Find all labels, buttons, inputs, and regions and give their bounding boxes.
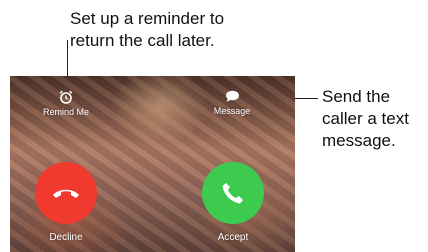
accept-button[interactable]: Accept — [193, 162, 273, 243]
accept-circle[interactable] — [202, 162, 264, 224]
incoming-call-screen: Remind Me Message Decline Accept — [10, 76, 295, 252]
reminder-callout-line-1: Set up a reminder to — [70, 9, 225, 28]
message-callout-line-2: caller a text — [322, 109, 409, 128]
message-callout-line-1: Send the — [322, 87, 391, 106]
decline-label: Decline — [49, 232, 83, 243]
remind-me-label: Remind Me — [42, 107, 89, 117]
message-label: Message — [213, 106, 251, 116]
phone-hangup-icon — [53, 189, 79, 198]
reminder-callout: Set up a reminder to return the call lat… — [70, 8, 310, 52]
message-callout: Send the caller a text message. — [322, 86, 426, 152]
accept-label: Accept — [217, 232, 249, 243]
alarm-clock-icon — [59, 90, 73, 104]
speech-bubble-icon — [225, 90, 239, 102]
phone-icon — [222, 183, 243, 204]
decline-circle[interactable] — [35, 162, 97, 224]
message-callout-line-3: message. — [322, 131, 396, 150]
remind-me-option[interactable]: Remind Me — [26, 90, 106, 117]
decline-button[interactable]: Decline — [26, 162, 106, 243]
reminder-callout-line-2: return the call later. — [70, 31, 215, 50]
message-option[interactable]: Message — [192, 90, 272, 116]
